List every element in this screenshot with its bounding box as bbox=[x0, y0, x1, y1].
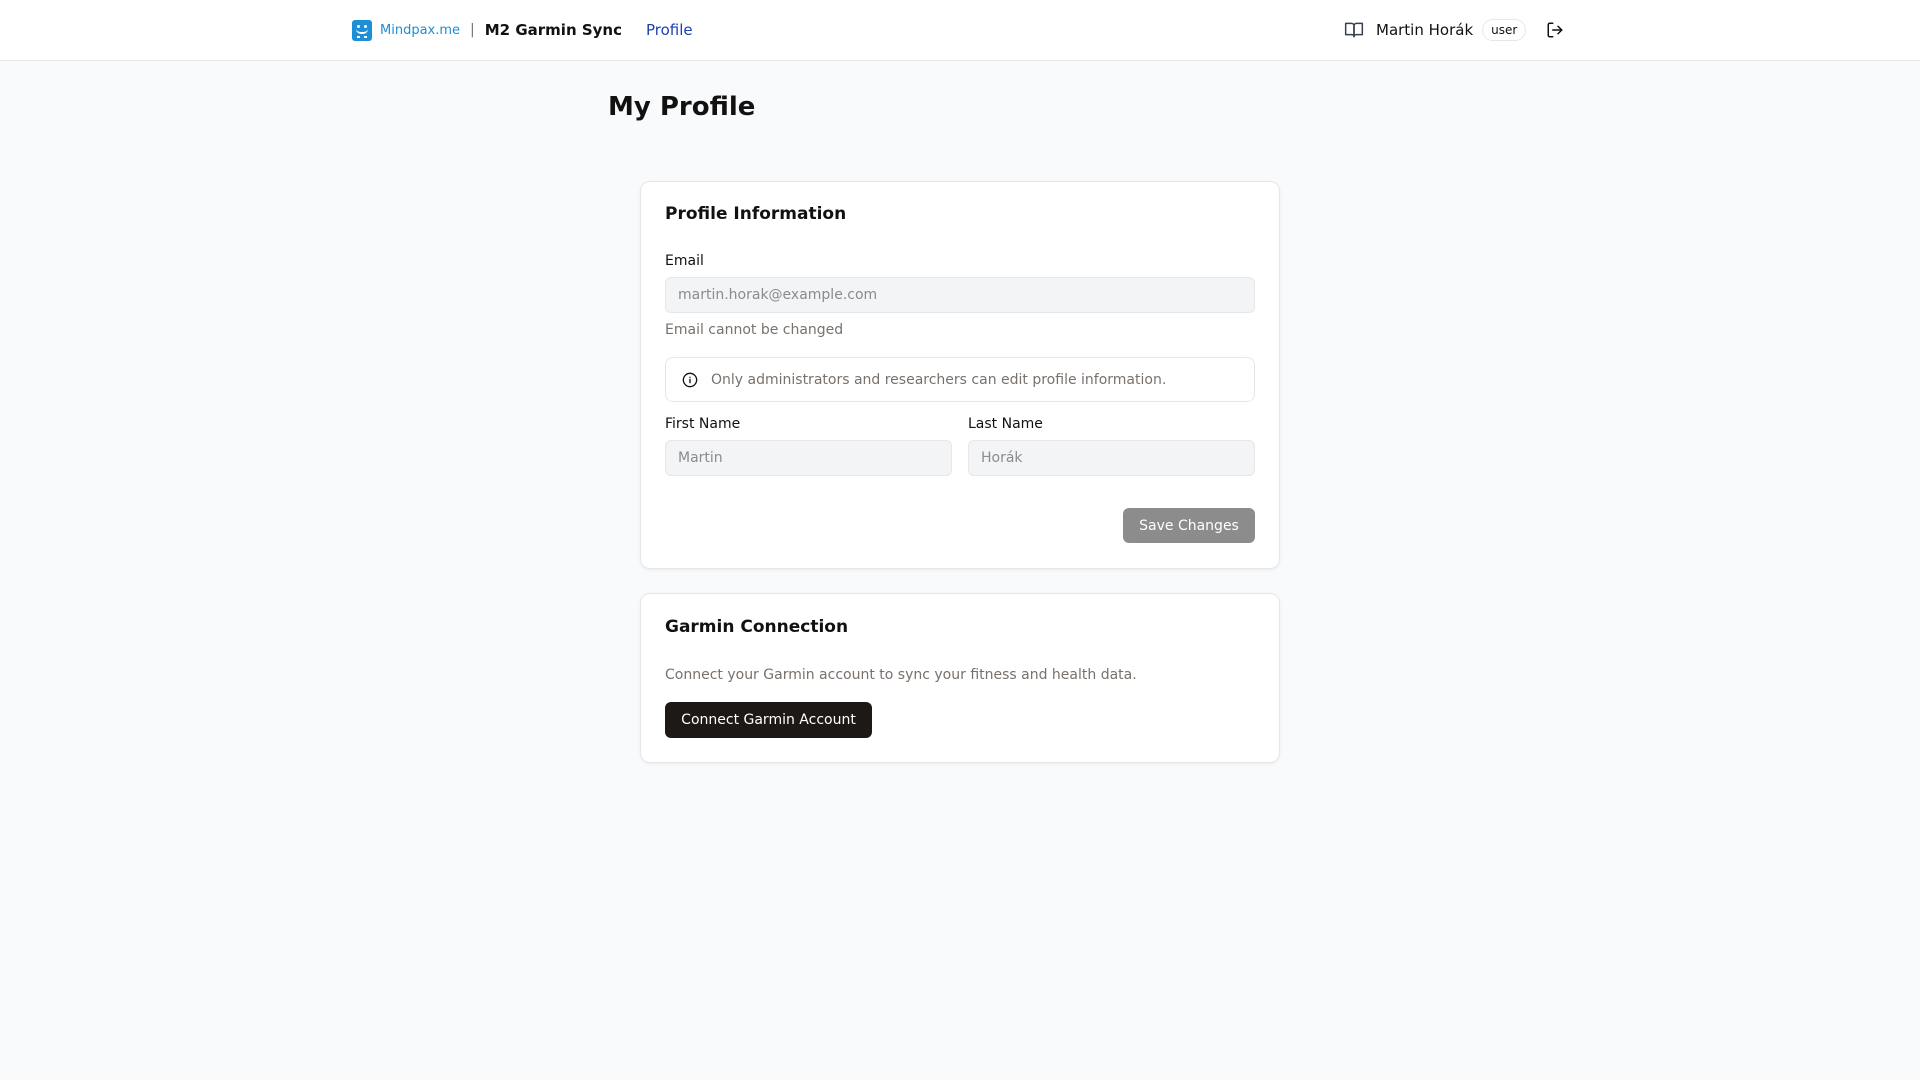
info-icon bbox=[682, 372, 698, 387]
brand-name: Mindpax.me bbox=[380, 22, 461, 38]
connect-garmin-account-button[interactable]: Connect Garmin Account bbox=[665, 702, 872, 738]
email-field[interactable] bbox=[665, 277, 1255, 313]
last-name-field[interactable] bbox=[968, 440, 1255, 476]
profile-card-title: Profile Information bbox=[665, 204, 847, 224]
save-changes-button[interactable]: Save Changes bbox=[1123, 508, 1255, 543]
email-label: Email bbox=[665, 253, 704, 269]
first-name-label: First Name bbox=[665, 416, 741, 432]
logout-icon[interactable] bbox=[1546, 21, 1564, 39]
email-help-text: Email cannot be changed bbox=[665, 322, 844, 338]
first-name-field[interactable] bbox=[665, 440, 952, 476]
brand[interactable]: Mindpax.me | M2 Garmin Sync Profile bbox=[352, 19, 693, 41]
garmin-description: Connect your Garmin account to sync your… bbox=[665, 667, 1137, 683]
user-name: Martin Horák bbox=[1376, 21, 1474, 39]
top-navigation-bar: Mindpax.me | M2 Garmin Sync Profile Mart… bbox=[0, 0, 1920, 61]
garmin-card-title: Garmin Connection bbox=[665, 617, 849, 637]
last-name-label: Last Name bbox=[968, 416, 1043, 432]
mindpax-logo-icon bbox=[352, 19, 372, 41]
user-area: Martin Horák user bbox=[1344, 17, 1564, 43]
nav-link-profile[interactable]: Profile bbox=[646, 21, 693, 39]
book-icon[interactable] bbox=[1344, 21, 1364, 39]
brand-separator: | bbox=[470, 22, 475, 38]
app-name: M2 Garmin Sync bbox=[484, 21, 622, 39]
page-title: My Profile bbox=[608, 92, 756, 122]
role-badge: user bbox=[1482, 19, 1527, 41]
profile-information-card: Profile Information Email Email cannot b… bbox=[640, 181, 1280, 569]
permission-notice: Only administrators and researchers can … bbox=[665, 357, 1255, 402]
notice-text: Only administrators and researchers can … bbox=[711, 371, 1167, 388]
garmin-connection-card: Garmin Connection Connect your Garmin ac… bbox=[640, 593, 1280, 763]
